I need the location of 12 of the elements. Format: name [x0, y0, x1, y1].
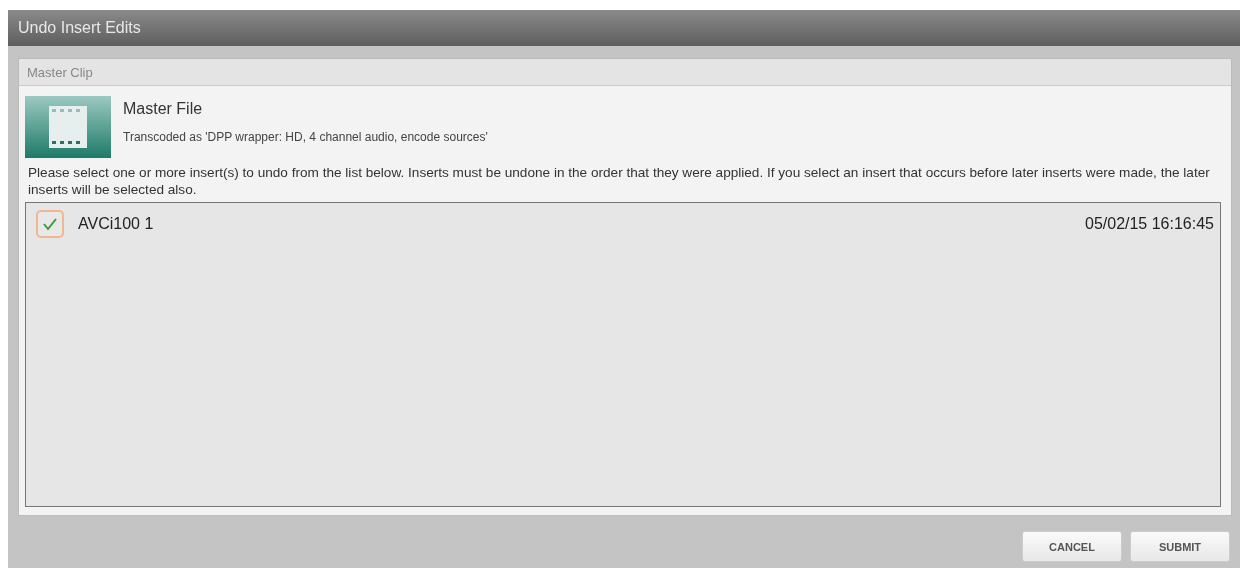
checkbox[interactable] [36, 210, 64, 238]
window-title: Undo Insert Edits [18, 19, 141, 37]
panel-title: Master Clip [27, 64, 93, 80]
film-icon [25, 96, 111, 158]
insert-name: AVCi100 1 [78, 215, 154, 233]
instructions-text: Please select one or more insert(s) to undo from the list below. Inserts must be undone in the order that they were applied. If you select an insert that occurs before later inserts were made, the later inserts will be selected also. [28, 164, 1211, 198]
cancel-button[interactable]: CANCEL [1022, 531, 1122, 562]
file-name: Master File [123, 100, 204, 118]
insert-date: 05/02/15 16:16:45 [1085, 215, 1214, 233]
submit-button[interactable]: SUBMIT [1130, 531, 1230, 562]
file-description: Transcoded as 'DPP wrapper: HD, 4 channel audio, encode sources' [123, 130, 488, 144]
check-icon [42, 217, 58, 231]
